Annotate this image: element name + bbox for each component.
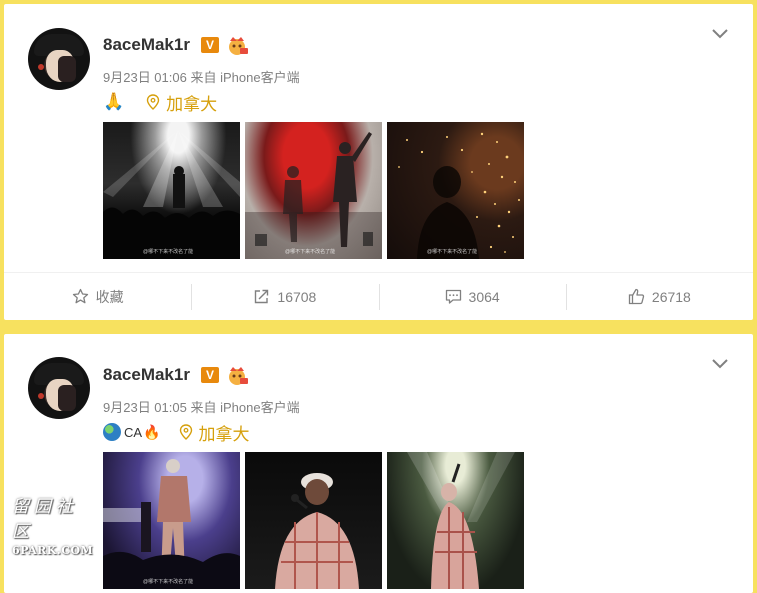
comment-count: 3064	[468, 288, 500, 305]
chevron-down-icon[interactable]	[711, 28, 729, 40]
comment-icon	[445, 289, 461, 304]
concert-photo-6[interactable]	[387, 452, 524, 589]
photo-3-scene	[398, 132, 520, 259]
site-watermark: 留园社区 6PARK.COM	[12, 492, 98, 557]
user-avatar[interactable]	[28, 357, 90, 419]
post-meta: 9月23日 01:06 来自 iPhone客户端	[103, 67, 300, 86]
star-icon	[72, 288, 88, 304]
vip-crown-icon	[229, 367, 248, 385]
source-prefix: 来自	[190, 400, 217, 415]
post-text-ca: CA	[124, 424, 143, 440]
fire-emoji: 🔥	[143, 423, 161, 440]
avatar-red-dot	[38, 64, 44, 70]
favorite-button[interactable]: 收藏	[4, 284, 191, 310]
repost-count: 16708	[277, 288, 317, 305]
weibo-post-card: 8aceMak1r V 9月23日 01:06 来自 iPhone客户端 🙏 加…	[4, 4, 753, 320]
location-pin-icon	[179, 424, 192, 440]
location-link[interactable]: 加拿大	[199, 420, 250, 445]
location-link[interactable]: 加拿大	[166, 90, 217, 115]
username-link[interactable]: 8aceMak1r	[103, 35, 190, 55]
photo-2-scene	[245, 132, 382, 259]
post-source: iPhone客户端	[220, 70, 300, 85]
source-prefix: 来自	[190, 70, 217, 85]
concert-photo-3[interactable]: @哪不下来不改名了能	[387, 122, 524, 259]
like-button[interactable]: 26718	[565, 283, 753, 310]
photo-1-scene	[103, 130, 240, 259]
username-link[interactable]: 8aceMak1r	[103, 365, 190, 385]
vip-crown-icon	[229, 37, 248, 55]
concert-photo-2[interactable]: @哪不下来不改名了能	[245, 122, 382, 259]
photo-watermark: @哪不下来不改名了能	[143, 579, 194, 585]
comment-button[interactable]: 3064	[378, 283, 566, 310]
photo-watermark: @哪不下来不改名了能	[143, 249, 194, 255]
like-count: 26718	[651, 288, 691, 305]
user-avatar[interactable]	[28, 28, 90, 90]
verified-badge-icon: V	[201, 367, 219, 383]
globe-emoji-icon	[103, 423, 121, 441]
pray-emoji: 🙏	[103, 92, 125, 111]
site-watermark-cn: 留园社区	[12, 497, 78, 542]
photo-4-scene	[103, 459, 240, 589]
concert-photo-4[interactable]: @哪不下来不改名了能	[103, 452, 240, 589]
location-pin-icon	[146, 94, 160, 110]
concert-photo-1[interactable]: @哪不下来不改名了能	[103, 122, 240, 259]
post-source: iPhone客户端	[220, 400, 300, 415]
avatar-hand	[58, 56, 76, 82]
weibo-post-card: 8aceMak1r V 9月23日 01:05 来自 iPhone客户端 CA …	[4, 334, 753, 593]
photo-6-scene	[407, 452, 515, 589]
repost-icon	[255, 289, 269, 304]
photo-grid: @哪不下来不改名了能 @哪不下来不改名了能 @哪不下来不改名了能	[103, 122, 524, 259]
photo-5-scene	[275, 473, 359, 589]
photo-watermark: @哪不下来不改名了能	[285, 249, 336, 255]
favorite-label: 收藏	[95, 288, 124, 305]
verified-badge-icon: V	[201, 37, 219, 53]
site-watermark-en: 6PARK.COM	[12, 544, 94, 557]
post-text: CA 🔥 加拿大	[103, 420, 250, 445]
thumbs-up-icon	[628, 288, 645, 305]
photo-watermark: @哪不下来不改名了能	[427, 249, 478, 255]
avatar-hand	[58, 385, 76, 411]
chevron-down-icon[interactable]	[711, 358, 729, 370]
post-timestamp[interactable]: 9月23日 01:05	[103, 400, 187, 415]
repost-button[interactable]: 16708	[191, 283, 378, 310]
concert-photo-5[interactable]	[245, 452, 382, 589]
action-bar: 收藏 16708 3064 26718	[4, 272, 753, 320]
post-meta: 9月23日 01:05 来自 iPhone客户端	[103, 397, 300, 416]
photo-grid: @哪不下来不改名了能	[103, 452, 524, 589]
post-timestamp[interactable]: 9月23日 01:06	[103, 70, 187, 85]
avatar-red-dot	[38, 393, 44, 399]
post-text: 🙏 加拿大	[103, 90, 217, 115]
